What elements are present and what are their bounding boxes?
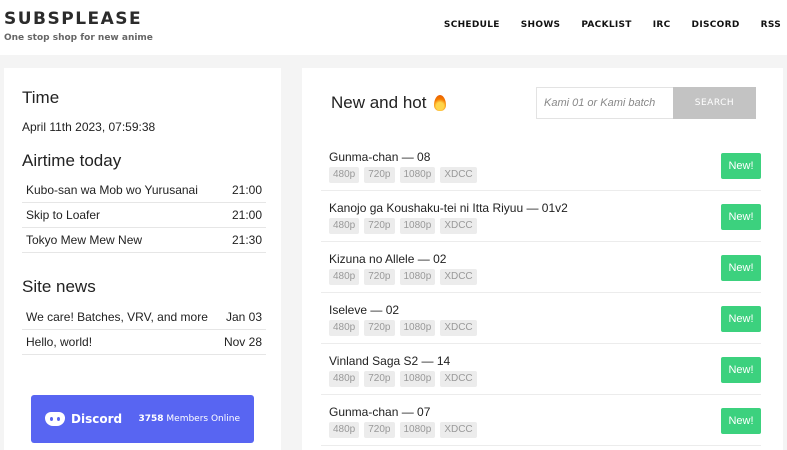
fire-icon bbox=[434, 95, 447, 111]
release-title[interactable]: Kizuna no Allele — 02 bbox=[329, 252, 446, 266]
airtime-item[interactable]: Kubo-san wa Mob wo Yurusanai 21:00 bbox=[22, 178, 266, 203]
link-1080p[interactable]: 1080p bbox=[399, 320, 436, 336]
new-badge[interactable]: New! bbox=[721, 255, 761, 281]
discord-widget[interactable]: Discord 3758 Members Online bbox=[31, 395, 254, 443]
release-links: 480p 720p 1080p XDCC bbox=[329, 422, 477, 438]
link-720p[interactable]: 720p bbox=[364, 422, 395, 438]
new-badge[interactable]: New! bbox=[721, 306, 761, 332]
link-xdcc[interactable]: XDCC bbox=[440, 320, 477, 336]
release-list: Gunma-chan — 08 480p 720p 1080p XDCC New… bbox=[321, 140, 761, 446]
link-480p[interactable]: 480p bbox=[329, 320, 360, 336]
discord-member-suffix: Members Online bbox=[166, 414, 240, 424]
nav-rss[interactable]: RSS bbox=[761, 20, 781, 30]
link-720p[interactable]: 720p bbox=[364, 269, 395, 285]
new-badge[interactable]: New! bbox=[721, 357, 761, 383]
link-720p[interactable]: 720p bbox=[364, 371, 395, 387]
airtime-heading: Airtime today bbox=[22, 151, 122, 170]
release-row: Gunma-chan — 08 480p 720p 1080p XDCC New… bbox=[321, 140, 761, 191]
site-header: SUBSPLEASE One stop shop for new anime S… bbox=[0, 0, 787, 55]
airtime-time: 21:00 bbox=[231, 208, 262, 222]
discord-members: 3758 Members Online bbox=[138, 414, 240, 424]
link-xdcc[interactable]: XDCC bbox=[440, 167, 477, 183]
link-480p[interactable]: 480p bbox=[329, 269, 360, 285]
release-title[interactable]: Gunma-chan — 08 bbox=[329, 150, 430, 164]
search-button[interactable]: SEARCH bbox=[673, 87, 756, 119]
nav-irc[interactable]: IRC bbox=[653, 20, 671, 30]
release-title[interactable]: Iseleve — 02 bbox=[329, 303, 399, 317]
airtime-item[interactable]: Tokyo Mew Mew New 21:30 bbox=[22, 228, 266, 253]
nav-shows[interactable]: SHOWS bbox=[521, 20, 561, 30]
search-input[interactable] bbox=[536, 87, 673, 119]
search-bar: SEARCH bbox=[536, 87, 756, 119]
link-1080p[interactable]: 1080p bbox=[399, 269, 436, 285]
airtime-title[interactable]: Tokyo Mew Mew New bbox=[26, 233, 142, 247]
airtime-time: 21:00 bbox=[231, 183, 262, 197]
release-row: Iseleve — 02 480p 720p 1080p XDCC New! bbox=[321, 293, 761, 344]
discord-icon bbox=[45, 412, 65, 426]
news-list: We care! Batches, VRV, and more Jan 03 H… bbox=[22, 305, 266, 355]
link-xdcc[interactable]: XDCC bbox=[440, 422, 477, 438]
airtime-title[interactable]: Skip to Loafer bbox=[26, 208, 100, 222]
releases-heading-text: New and hot bbox=[331, 93, 427, 112]
news-title[interactable]: Hello, world! bbox=[26, 335, 92, 349]
link-480p[interactable]: 480p bbox=[329, 422, 360, 438]
release-row: Kizuna no Allele — 02 480p 720p 1080p XD… bbox=[321, 242, 761, 293]
site-logo[interactable]: SUBSPLEASE bbox=[4, 9, 153, 29]
airtime-item[interactable]: Skip to Loafer 21:00 bbox=[22, 203, 266, 228]
discord-label: Discord bbox=[71, 412, 123, 426]
release-links: 480p 720p 1080p XDCC bbox=[329, 320, 477, 336]
new-badge[interactable]: New! bbox=[721, 153, 761, 179]
news-date: Nov 28 bbox=[223, 335, 262, 349]
current-time: April 11th 2023, 07:59:38 bbox=[22, 120, 156, 134]
nav-discord[interactable]: DISCORD bbox=[692, 20, 740, 30]
link-480p[interactable]: 480p bbox=[329, 218, 360, 234]
link-1080p[interactable]: 1080p bbox=[399, 371, 436, 387]
news-date: Jan 03 bbox=[225, 310, 262, 324]
new-badge[interactable]: New! bbox=[721, 204, 761, 230]
release-links: 480p 720p 1080p XDCC bbox=[329, 167, 477, 183]
release-row: Kanojo ga Koushaku-tei ni Itta Riyuu — 0… bbox=[321, 191, 761, 242]
link-480p[interactable]: 480p bbox=[329, 167, 360, 183]
link-1080p[interactable]: 1080p bbox=[399, 167, 436, 183]
link-720p[interactable]: 720p bbox=[364, 218, 395, 234]
release-links: 480p 720p 1080p XDCC bbox=[329, 269, 477, 285]
nav-packlist[interactable]: PACKLIST bbox=[581, 20, 631, 30]
link-xdcc[interactable]: XDCC bbox=[440, 371, 477, 387]
brand[interactable]: SUBSPLEASE One stop shop for new anime bbox=[4, 9, 153, 44]
new-badge[interactable]: New! bbox=[721, 408, 761, 434]
release-links: 480p 720p 1080p XDCC bbox=[329, 218, 477, 234]
link-1080p[interactable]: 1080p bbox=[399, 218, 436, 234]
link-480p[interactable]: 480p bbox=[329, 371, 360, 387]
release-title[interactable]: Kanojo ga Koushaku-tei ni Itta Riyuu — 0… bbox=[329, 201, 568, 215]
news-title[interactable]: We care! Batches, VRV, and more bbox=[26, 310, 208, 324]
link-720p[interactable]: 720p bbox=[364, 320, 395, 336]
link-xdcc[interactable]: XDCC bbox=[440, 218, 477, 234]
main-nav: SCHEDULE SHOWS PACKLIST IRC DISCORD RSS bbox=[444, 20, 781, 30]
sidebar: Time April 11th 2023, 07:59:38 Airtime t… bbox=[4, 68, 281, 450]
link-xdcc[interactable]: XDCC bbox=[440, 269, 477, 285]
releases-heading: New and hot bbox=[331, 93, 447, 113]
link-1080p[interactable]: 1080p bbox=[399, 422, 436, 438]
airtime-list: Kubo-san wa Mob wo Yurusanai 21:00 Skip … bbox=[22, 178, 266, 253]
releases-panel: New and hot SEARCH Gunma-chan — 08 480p … bbox=[302, 68, 783, 450]
news-heading: Site news bbox=[22, 277, 96, 296]
release-row: Vinland Saga S2 — 14 480p 720p 1080p XDC… bbox=[321, 344, 761, 395]
link-720p[interactable]: 720p bbox=[364, 167, 395, 183]
discord-member-count: 3758 bbox=[138, 414, 164, 424]
news-item[interactable]: Hello, world! Nov 28 bbox=[22, 330, 266, 355]
site-tagline: One stop shop for new anime bbox=[4, 33, 153, 43]
airtime-time: 21:30 bbox=[231, 233, 262, 247]
release-title[interactable]: Gunma-chan — 07 bbox=[329, 405, 430, 419]
nav-schedule[interactable]: SCHEDULE bbox=[444, 20, 500, 30]
time-heading: Time bbox=[22, 88, 60, 107]
release-row: Gunma-chan — 07 480p 720p 1080p XDCC New… bbox=[321, 395, 761, 446]
release-title[interactable]: Vinland Saga S2 — 14 bbox=[329, 354, 450, 368]
airtime-title[interactable]: Kubo-san wa Mob wo Yurusanai bbox=[26, 183, 198, 197]
release-links: 480p 720p 1080p XDCC bbox=[329, 371, 477, 387]
news-item[interactable]: We care! Batches, VRV, and more Jan 03 bbox=[22, 305, 266, 330]
